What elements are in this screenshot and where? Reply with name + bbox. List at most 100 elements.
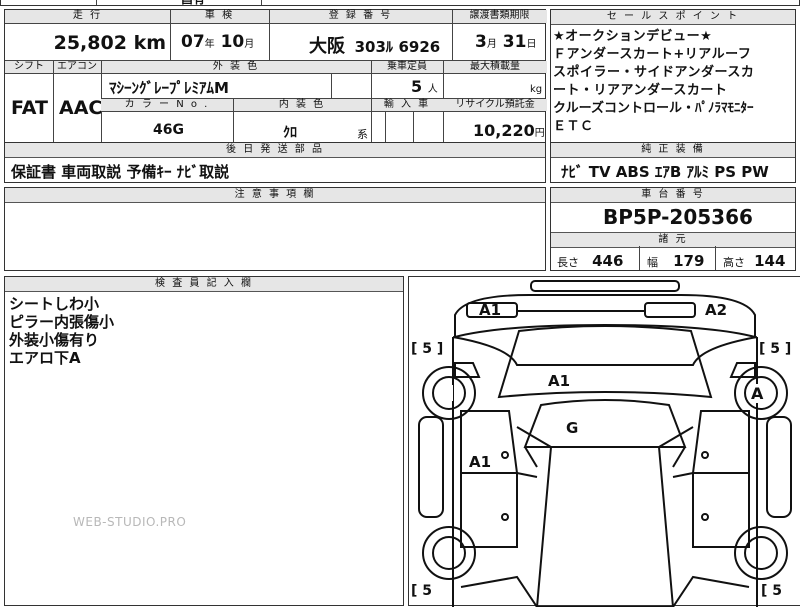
capacity-header: 乗車定員 — [371, 61, 443, 73]
inspector-line: エアロ下A — [9, 349, 81, 367]
right-sill — [766, 416, 792, 518]
transfer-deadline-header: 譲渡書類期限 — [452, 10, 547, 23]
recycle-header: リサイクル預託金 — [443, 99, 547, 111]
color-no-header: カ ラ ー N o . — [101, 99, 233, 111]
watermark: WEB-STUDIO.PRO — [73, 515, 187, 529]
exterior-color-header: 外 装 色 — [101, 61, 371, 73]
shift-value: FAT — [11, 97, 48, 119]
sales-point-line: Ｆアンダースカート+リアルーフ — [553, 47, 752, 62]
right-headlight — [644, 302, 696, 318]
interior-color-suffix: 系 — [357, 128, 368, 141]
inspector-header: 検 査 員 記 入 欄 — [5, 277, 403, 292]
chassis-header: 車 台 番 号 — [551, 188, 795, 203]
length-value: 446 — [592, 252, 624, 270]
windshield — [523, 399, 687, 448]
transfer-month: 3 — [475, 32, 487, 52]
mileage-value: 25,802 km — [54, 32, 166, 54]
tire-label-front-left: [ 5 ] — [411, 341, 444, 357]
color-no-value: 46G — [153, 122, 184, 138]
sales-points-header: セ ー ル ス ポ イ ン ト — [551, 10, 795, 25]
sales-points-lines: ★オークションデビュー★ Ｆアンダースカート+リアルーフ スポイラー・サイドアン… — [553, 28, 754, 136]
aircon-header: エアコン — [53, 61, 101, 73]
mark-front-right: A2 — [705, 301, 728, 319]
aftermarket-header: 後 日 発 送 部 品 — [5, 143, 545, 158]
registration-number: 6926 — [398, 38, 441, 56]
import-header: 輸 入 車 — [371, 99, 443, 111]
mileage-number: 25,802 — [53, 32, 127, 54]
aftermarket-value: 保証書 車両取説 予備ｷｰ ﾅﾋﾞ取説 — [11, 163, 230, 181]
max-load-unit: kg — [530, 84, 543, 95]
width-label: 幅 — [647, 256, 658, 269]
left-sill — [418, 416, 444, 518]
inspection-header: 車 検 — [170, 10, 269, 23]
chassis-specs-box: 車 台 番 号 BP5P-205366 諸 元 長さ 446 幅 179 高さ … — [550, 187, 796, 271]
right-front-door — [691, 410, 750, 474]
registration-region: 大阪 — [309, 36, 345, 57]
specs-length: 長さ 446 — [557, 251, 623, 270]
sales-point-line: ート・リアアンダースカート — [553, 83, 728, 98]
aftermarket-parts-box: 後 日 発 送 部 品 保証書 車両取説 予備ｷｰ ﾅﾋﾞ取説 — [4, 142, 546, 183]
hood — [497, 325, 713, 399]
mark-left-door: A1 — [469, 453, 492, 471]
transfer-deadline-value: 3月 31日 — [475, 32, 536, 52]
height-label: 高さ — [723, 256, 745, 269]
capacity-number: 5 — [411, 77, 423, 96]
shift-header: シフト — [5, 61, 53, 73]
interior-color-value: ｸﾛ — [283, 125, 297, 141]
sales-points-box: セ ー ル ス ポ イ ン ト ★オークションデビュー★ Ｆアンダースカート+リ… — [550, 9, 796, 143]
inspector-line: 外装小傷有り — [9, 331, 100, 349]
mark-hood: A1 — [548, 372, 571, 390]
rear-left-wheel — [422, 526, 476, 580]
car-diagram — [418, 280, 792, 607]
sales-point-line: クルーズコントロール・ﾊﾟﾉﾗﾏﾓﾆﾀｰ — [553, 101, 754, 116]
recycle-value: 10,220円 — [473, 121, 545, 140]
capacity-value: 5 人 — [411, 77, 438, 96]
inspector-lines: シートしわ小 ピラー内張傷小 外装小傷有り エアロ下A — [9, 295, 114, 367]
sales-point-line: ＥＴＣ — [553, 119, 594, 134]
inspection-year: 07 — [181, 32, 205, 52]
top-strip: 昌有 — [0, 0, 800, 6]
roof — [535, 446, 675, 607]
inspection-month: 10 — [220, 32, 245, 52]
interior-color-header: 内 装 色 — [233, 99, 371, 111]
inspection-month-unit: 月 — [244, 39, 255, 50]
inspection-year-unit: 年 — [204, 39, 215, 50]
capacity-unit: 人 — [427, 84, 438, 95]
genuine-equipment-value: ﾅﾋﾞ TV ABS ｴｱB ｱﾙﾐ PS PW — [561, 163, 769, 181]
car-outline — [418, 280, 792, 607]
tire-label-rear-right: [ 5 — [761, 583, 783, 599]
inspector-notes-box: 検 査 員 記 入 欄 シートしわ小 ピラー内張傷小 外装小傷有り エアロ下A … — [4, 276, 404, 606]
registration-header: 登 録 番 号 — [269, 10, 452, 23]
tire-label-rear-left: [ 5 — [411, 583, 433, 599]
tire-label-front-right: [ 5 ] — [759, 341, 792, 357]
mark-right-wheel: A — [751, 384, 764, 403]
max-load-header: 最大積載量 — [443, 61, 547, 73]
mileage-unit: km — [133, 32, 166, 54]
recycle-number: 10,220 — [473, 121, 535, 140]
registration-class: 303 — [354, 38, 386, 56]
top-strip-partial-text: 昌有 — [181, 0, 205, 7]
front-bumper-bar — [530, 280, 680, 292]
recycle-unit: 円 — [534, 128, 545, 139]
main-info-table: 走 行 車 検 登 録 番 号 譲渡書類期限 25,802 km 07年 10月… — [4, 9, 547, 143]
genuine-equipment-header: 純 正 装 備 — [551, 143, 795, 158]
inspector-line: ピラー内張傷小 — [9, 313, 115, 331]
genuine-equipment-box: 純 正 装 備 ﾅﾋﾞ TV ABS ｴｱB ｱﾙﾐ PS PW — [550, 142, 796, 183]
sales-point-line: スポイラー・サイドアンダースカ — [553, 65, 755, 80]
inspection-value: 07年 10月 — [181, 32, 254, 52]
specs-header: 諸 元 — [551, 232, 795, 248]
notes-header: 注 意 事 項 欄 — [5, 188, 545, 203]
length-label: 長さ — [557, 256, 579, 269]
transfer-day-unit: 日 — [526, 39, 537, 50]
height-value: 144 — [754, 252, 786, 270]
registration-value: 大阪 303ﾙ 6926 — [309, 32, 440, 58]
registration-kana: ﾙ — [385, 40, 393, 56]
sales-point-line: ★オークションデビュー★ — [553, 29, 713, 44]
mark-windshield: G — [566, 419, 579, 437]
rear-right-wheel — [734, 526, 788, 580]
mileage-header: 走 行 — [5, 10, 170, 23]
inspector-line: シートしわ小 — [9, 295, 100, 313]
exterior-color-value: ﾏｼｰﾝｸﾞﾚｰﾌﾟﾚﾐｱﾑM — [109, 79, 229, 97]
mark-front-left: A1 — [479, 301, 502, 319]
specs-width: 幅 179 — [647, 251, 704, 270]
